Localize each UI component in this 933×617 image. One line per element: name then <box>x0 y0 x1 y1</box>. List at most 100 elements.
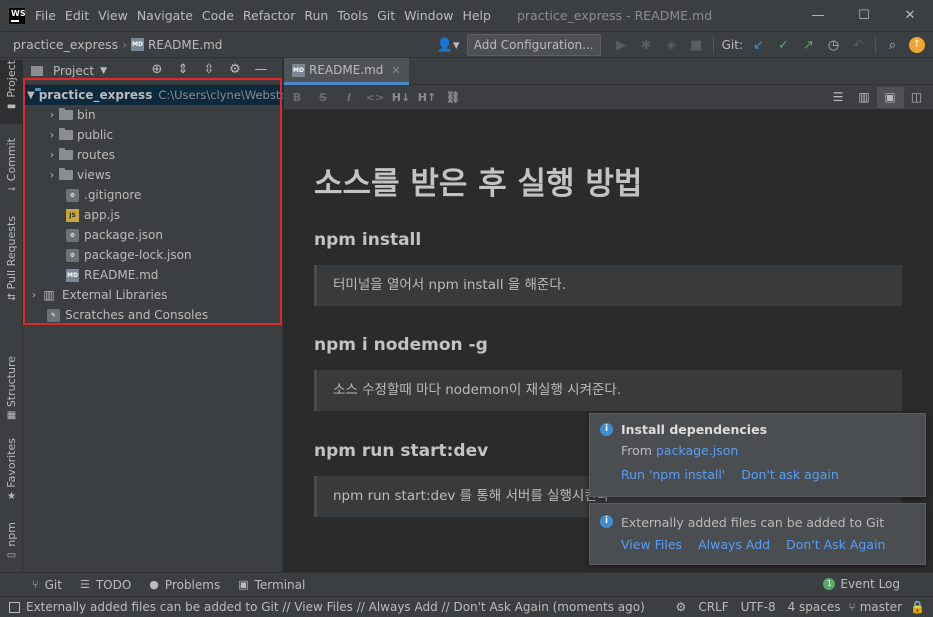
header-decrease-button[interactable]: H↓ <box>388 91 414 104</box>
editor-and-preview-icon[interactable]: ▥ <box>851 87 877 108</box>
chevron-down-icon[interactable]: ▼ <box>100 66 107 76</box>
git-settings-icon[interactable]: ⚙ <box>676 600 687 614</box>
menu-window[interactable]: Window <box>404 8 453 23</box>
config-file-icon: ⚙ <box>66 248 79 262</box>
menu-code[interactable]: Code <box>202 8 234 23</box>
doc-heading-npm-install: npm install <box>314 230 422 250</box>
link-button[interactable]: ⛓ <box>440 91 466 104</box>
debug-icon[interactable]: ✱ <box>634 38 659 53</box>
menu-git[interactable]: Git <box>377 8 395 23</box>
close-button[interactable]: ✕ <box>887 0 933 31</box>
chevron-right-icon[interactable]: › <box>45 130 59 141</box>
locate-icon[interactable]: ⊕ <box>144 62 170 77</box>
bold-button[interactable]: B <box>284 91 310 104</box>
git-history-icon[interactable]: ◷ <box>821 38 846 53</box>
window-title: practice_express - README.md <box>516 8 713 23</box>
tree-file-package-json[interactable]: ⚙ package.json <box>23 225 283 245</box>
chevron-right-icon[interactable]: › <box>45 170 59 181</box>
tree-file-readme-md[interactable]: MD README.md <box>23 265 283 285</box>
menu-tools[interactable]: Tools <box>337 8 368 23</box>
breadcrumb-file[interactable]: README.md <box>148 38 222 52</box>
tree-external-libraries[interactable]: › ▥ External Libraries <box>23 285 283 305</box>
gear-icon[interactable]: ⚙ <box>222 62 248 77</box>
menu-file[interactable]: File <box>35 8 56 23</box>
tool-tab-project[interactable]: Project ▬ <box>0 60 23 124</box>
chevron-down-icon[interactable]: ▼ <box>27 90 35 101</box>
run-npm-install-link[interactable]: Run 'npm install' <box>621 467 725 482</box>
status-message[interactable]: Externally added files can be added to G… <box>26 600 645 614</box>
user-icon[interactable]: 👤▾ <box>436 38 461 53</box>
tool-tab-npm[interactable]: npm ▭ <box>0 522 23 561</box>
editor-only-icon[interactable]: ☰ <box>825 87 851 108</box>
status-panel-icon[interactable] <box>9 601 20 613</box>
tool-tab-favorites[interactable]: Favorites ★ <box>0 438 23 502</box>
project-panel: Project ▼ ⊕ ⇕ ⇳ ⚙ — ▼ practice_express C… <box>23 58 283 572</box>
tree-folder-routes[interactable]: › routes <box>23 145 283 165</box>
indent-widget[interactable]: 4 spaces <box>788 600 841 614</box>
tree-folder-bin[interactable]: › bin <box>23 105 283 125</box>
maximize-button[interactable]: ☐ <box>841 0 887 31</box>
stop-icon[interactable]: ■ <box>684 38 709 53</box>
git-commit-icon[interactable]: ✓ <box>771 38 796 53</box>
menu-help[interactable]: Help <box>462 8 491 23</box>
git-rollback-icon[interactable]: ↶ <box>846 38 871 53</box>
coverage-icon[interactable]: ◈ <box>659 38 684 53</box>
tree-file-package-lock-json[interactable]: ⚙ package-lock.json <box>23 245 283 265</box>
search-icon[interactable]: ⌕ <box>880 38 905 53</box>
dont-ask-again-link[interactable]: Don't Ask Again <box>786 537 885 552</box>
git-branch-widget[interactable]: master <box>860 600 902 614</box>
package-json-link[interactable]: package.json <box>656 443 738 458</box>
tool-tab-commit[interactable]: Commit ⊸ <box>0 138 23 195</box>
italic-button[interactable]: I <box>336 91 362 104</box>
javascript-file-icon: JS <box>66 208 79 222</box>
add-configuration-button[interactable]: Add Configuration... <box>466 34 601 56</box>
close-icon[interactable]: ✕ <box>391 64 400 77</box>
ide-update-icon[interactable]: ↑ <box>909 37 925 53</box>
tool-tab-label: TODO <box>95 577 132 592</box>
hide-panel-icon[interactable]: — <box>248 62 274 77</box>
menu-refactor[interactable]: Refactor <box>243 8 295 23</box>
run-icon[interactable]: ▶ <box>609 38 634 53</box>
tree-file-app-js[interactable]: JS app.js <box>23 205 283 225</box>
git-update-icon[interactable]: ↙ <box>746 38 771 53</box>
expand-all-icon[interactable]: ⇕ <box>170 62 196 77</box>
minimize-button[interactable]: — <box>795 0 841 31</box>
dont-ask-again-link[interactable]: Don't ask again <box>741 467 839 482</box>
collapse-all-icon[interactable]: ⇳ <box>196 62 222 77</box>
tree-root-practice-express[interactable]: ▼ practice_express C:\Users\clyne\Websto… <box>23 85 283 105</box>
tool-tab-terminal[interactable]: ▣ Terminal <box>238 578 305 592</box>
breadcrumb-project[interactable]: practice_express <box>13 37 118 52</box>
chevron-right-icon[interactable]: › <box>45 150 59 161</box>
preview-only-icon[interactable]: ▣ <box>877 87 903 108</box>
code-button[interactable]: <> <box>362 91 388 104</box>
tab-readme-md[interactable]: MD README.md ✕ <box>284 58 409 85</box>
lock-icon[interactable]: 🔒 <box>910 600 925 614</box>
always-add-link[interactable]: Always Add <box>698 537 770 552</box>
tool-tab-todo[interactable]: ☰ TODO <box>80 578 131 592</box>
markdown-file-icon: MD <box>66 268 79 282</box>
navbar-toolbar: 👤▾ Add Configuration... ▶ ✱ ◈ ■ Git: ↙ ✓… <box>436 32 933 58</box>
menu-edit[interactable]: Edit <box>65 8 89 23</box>
tree-folder-public[interactable]: › public <box>23 125 283 145</box>
tool-tab-pull-requests[interactable]: Pull Requests ⇆ <box>0 216 23 303</box>
strikethrough-button[interactable]: S <box>310 91 336 104</box>
tool-tab-problems[interactable]: ● Problems <box>149 578 220 592</box>
chevron-right-icon[interactable]: › <box>45 110 59 121</box>
tool-tab-structure[interactable]: Structure ▦ <box>0 356 23 421</box>
tree-folder-views[interactable]: › views <box>23 165 283 185</box>
header-increase-button[interactable]: H↑ <box>414 91 440 104</box>
git-push-icon[interactable]: ↗ <box>796 38 821 53</box>
tool-tab-event-log[interactable]: 1 Event Log <box>823 577 900 591</box>
menu-run[interactable]: Run <box>304 8 328 23</box>
tool-tab-git[interactable]: ⑂ Git <box>32 578 62 592</box>
encoding-widget[interactable]: UTF-8 <box>741 600 776 614</box>
menu-view[interactable]: View <box>98 8 128 23</box>
view-files-link[interactable]: View Files <box>621 537 682 552</box>
menu-navigate[interactable]: Navigate <box>137 8 193 23</box>
line-separator-widget[interactable]: CRLF <box>698 600 728 614</box>
tree-scratches-and-consoles[interactable]: ✎ Scratches and Consoles <box>23 305 283 325</box>
project-view-selector[interactable]: Project <box>53 64 94 78</box>
layout-icon[interactable]: ◫ <box>903 87 929 108</box>
tree-file-gitignore[interactable]: ⚙ .gitignore <box>23 185 283 205</box>
chevron-right-icon[interactable]: › <box>27 290 41 301</box>
